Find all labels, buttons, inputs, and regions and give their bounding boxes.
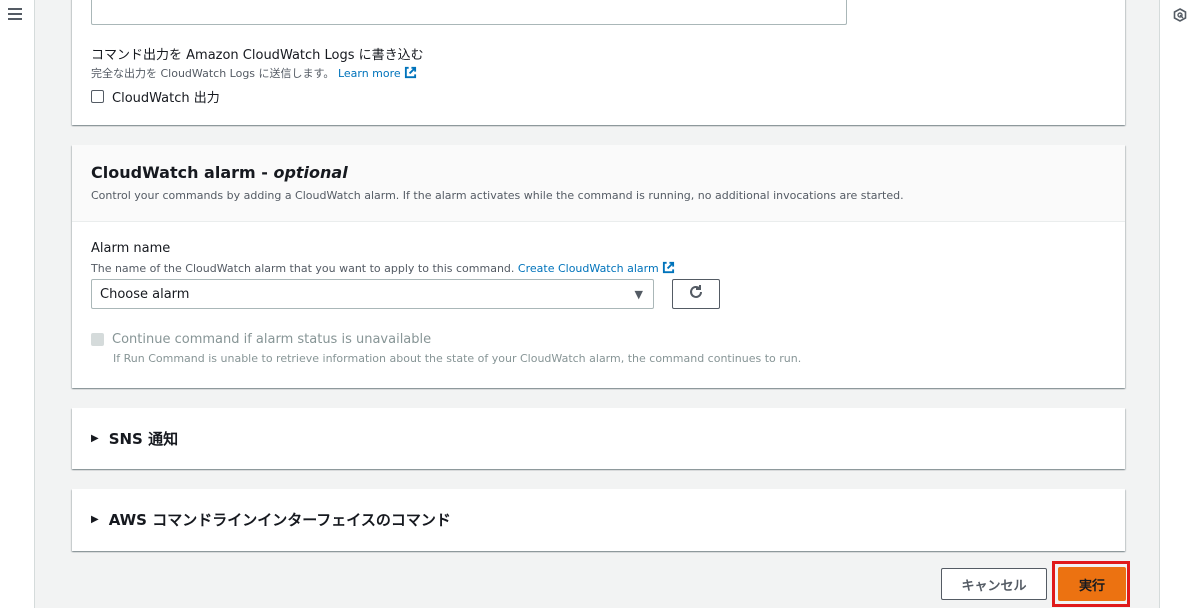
cloudwatch-logs-description: 完全な出力を CloudWatch Logs に送信します。 Learn mor… [91,65,417,82]
sns-expand-toggle[interactable]: ▶ SNS 通知 [91,428,178,449]
external-link-icon [662,261,675,277]
refresh-alarms-button[interactable] [672,279,720,309]
cloudwatch-output-checkbox-row[interactable]: CloudWatch 出力 [91,87,220,106]
refresh-icon [688,284,704,304]
cloudwatch-logs-section: コマンド出力を Amazon CloudWatch Logs に書き込む 完全な… [72,0,1125,125]
caret-right-icon: ▶ [91,514,99,525]
cloudwatch-output-label: CloudWatch 出力 [112,91,220,106]
alarm-name-select[interactable]: Choose alarm ▼ [91,279,654,309]
alarm-name-description: The name of the CloudWatch alarm that yo… [91,261,675,277]
cloudwatch-output-checkbox[interactable] [91,90,104,103]
cloudwatch-alarm-title-text: CloudWatch alarm - [91,163,274,182]
learn-more-link-text: Learn more [337,67,401,80]
external-link-icon [404,66,417,82]
create-alarm-link-text: Create CloudWatch alarm [517,262,659,275]
aws-cli-title: AWS コマンドラインインターフェイスのコマンド [108,511,451,529]
cloudwatch-alarm-description: Control your commands by adding a CloudW… [91,189,904,202]
settings-hexagon-icon[interactable] [1173,7,1187,26]
cloudwatch-alarm-section: CloudWatch alarm - optional Control your… [72,145,1125,388]
alarm-select-value: Choose alarm [100,287,190,302]
sns-title: SNS 通知 [108,430,179,448]
cancel-button[interactable]: キャンセル [941,568,1047,600]
learn-more-link[interactable]: Learn more [337,66,417,82]
caret-right-icon: ▶ [91,433,99,444]
hamburger-menu-icon[interactable] [8,8,22,20]
create-cloudwatch-alarm-link[interactable]: Create CloudWatch alarm [517,261,675,277]
continue-command-description: If Run Command is unable to retrieve inf… [113,352,802,365]
aws-cli-command-section: ▶ AWS コマンドラインインターフェイスのコマンド [72,489,1125,551]
cloudwatch-logs-description-text: 完全な出力を CloudWatch Logs に送信します。 [91,67,335,80]
caret-down-icon: ▼ [634,288,643,301]
alarm-name-description-text: The name of the CloudWatch alarm that yo… [91,262,515,275]
cloudwatch-alarm-header: CloudWatch alarm - optional Control your… [72,145,1125,222]
aws-cli-expand-toggle[interactable]: ▶ AWS コマンドラインインターフェイスのコマンド [91,509,451,530]
alarm-name-label: Alarm name [91,241,171,256]
cloudwatch-logs-label: コマンド出力を Amazon CloudWatch Logs に書き込む [91,48,424,63]
sns-notification-section: ▶ SNS 通知 [72,408,1125,469]
left-navigation-rail [0,0,35,608]
continue-command-label: Continue command if alarm status is unav… [112,332,432,347]
cloudwatch-alarm-title: CloudWatch alarm - optional [91,163,348,182]
run-button[interactable]: 実行 [1058,567,1126,601]
continue-command-checkbox-row: Continue command if alarm status is unav… [91,332,431,347]
continue-command-checkbox [91,333,104,346]
previous-text-input[interactable] [91,0,847,25]
optional-tag: optional [273,163,348,182]
right-tools-rail [1159,0,1200,608]
